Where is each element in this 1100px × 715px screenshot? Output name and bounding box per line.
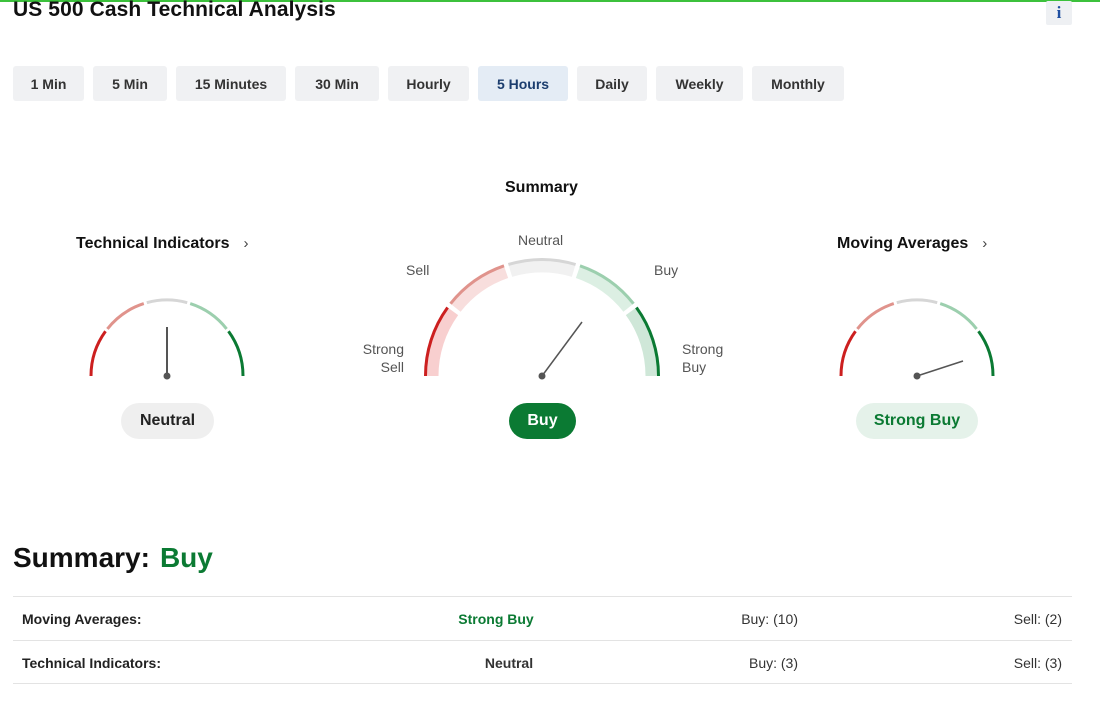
label-strong-sell: Strong Sell: [362, 341, 404, 375]
row-sell-count: Sell: (2): [1013, 611, 1062, 627]
summary-gauge-title: Summary: [505, 179, 578, 196]
summary-needle: [541, 321, 583, 377]
ti-arc-strong-sell: [89, 330, 107, 377]
summary-gauge: [425, 259, 659, 377]
ma-needle: [916, 360, 964, 377]
summary-arc-strong-sell: [425, 307, 459, 377]
summary-heading-value: Buy: [159, 542, 213, 573]
ma-arc-strong-sell: [839, 330, 857, 377]
summary-arc-neutral: [508, 259, 576, 277]
moving-averages-title: Moving Averages: [837, 235, 969, 252]
row-buy-count: Buy: (10): [741, 611, 798, 627]
ti-arc-neutral: [146, 298, 188, 305]
ma-arc-neutral: [896, 298, 938, 305]
ma-arc-sell: [856, 302, 895, 330]
ma-needle-pivot: [913, 372, 921, 380]
row-signal: Neutral: [484, 655, 534, 671]
summary-gauge-edge: [423, 258, 661, 377]
moving-averages-gauge: [839, 298, 995, 377]
ti-arc-sell: [106, 302, 145, 330]
gauges-area: Technical Indicators › Neutral Summary N…: [0, 0, 1100, 480]
row-sell-count: Sell: (3): [1013, 655, 1062, 671]
ma-arc-buy: [939, 302, 978, 330]
row-name: Moving Averages:: [22, 611, 142, 627]
summary-heading: Summary: Buy: [13, 542, 213, 574]
table-row: Technical Indicators: Neutral Buy: (3) S…: [13, 640, 1072, 684]
ti-needle-pivot: [163, 372, 171, 380]
row-buy-count: Buy: (3): [748, 655, 798, 671]
moving-averages-heading[interactable]: Moving Averages ›: [837, 235, 987, 253]
summary-table: Moving Averages: Strong Buy Buy: (10) Se…: [13, 596, 1072, 684]
summary-heading-label: Summary:: [13, 542, 150, 573]
technical-indicators-signal-badge: Neutral: [121, 403, 214, 439]
label-neutral: Neutral: [518, 232, 564, 248]
ti-arc-strong-buy: [227, 330, 245, 377]
summary-needle-pivot: [538, 372, 546, 380]
row-signal: Strong Buy: [458, 611, 534, 627]
row-name: Technical Indicators:: [22, 655, 161, 671]
chevron-right-icon: ›: [982, 235, 988, 252]
summary-signal-badge: Buy: [509, 403, 576, 439]
moving-averages-signal-badge: Strong Buy: [856, 403, 978, 439]
ti-arc-buy: [189, 302, 228, 330]
label-strong-buy: Strong Buy: [682, 341, 724, 375]
summary-arc-strong-buy: [625, 307, 659, 377]
label-buy: Buy: [654, 262, 679, 278]
table-row: Moving Averages: Strong Buy Buy: (10) Se…: [13, 596, 1072, 640]
ma-arc-strong-buy: [977, 330, 995, 377]
label-sell: Sell: [406, 262, 430, 278]
